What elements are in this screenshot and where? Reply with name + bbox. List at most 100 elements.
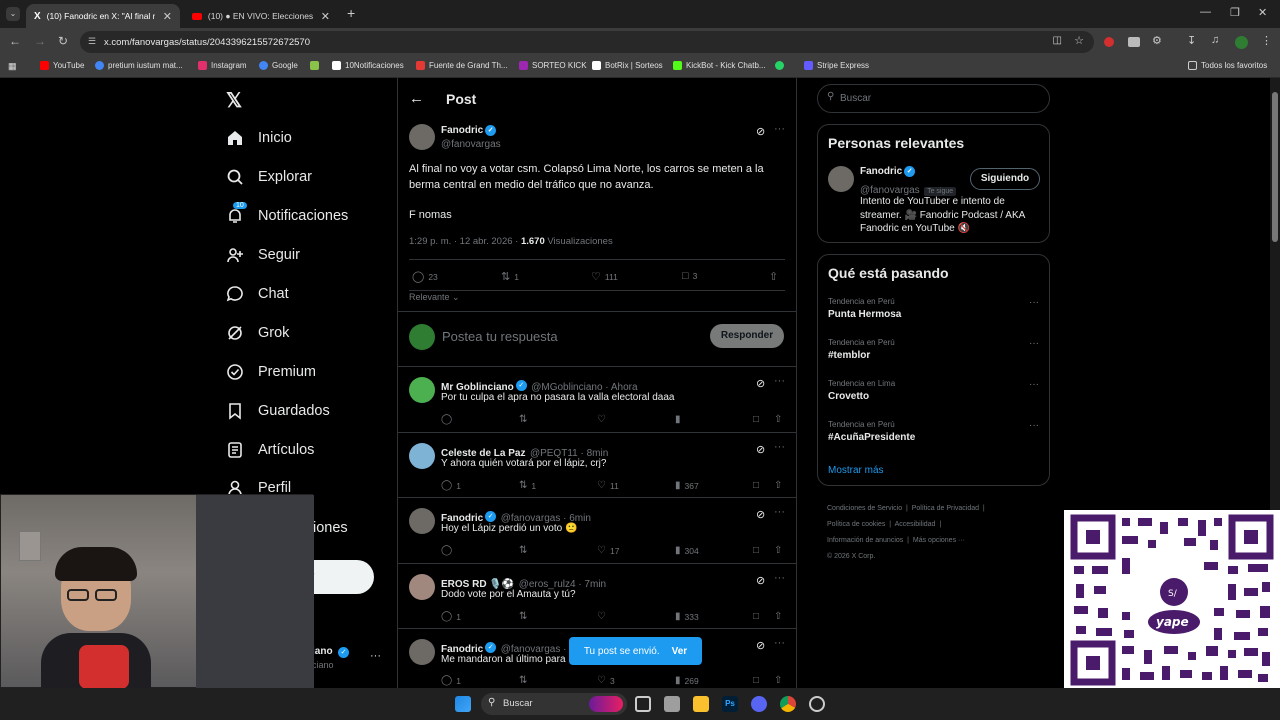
- repost-action[interactable]: ⇅: [519, 611, 531, 622]
- repost-action[interactable]: ⇅ 1: [501, 270, 519, 283]
- bookmark-pretium[interactable]: pretium iustum mat...: [95, 61, 183, 70]
- more-dots-icon[interactable]: ···: [1029, 379, 1039, 390]
- bookmark-botrix[interactable]: BotRix | Sorteos: [592, 61, 663, 70]
- more-dots-icon[interactable]: ···: [774, 123, 785, 135]
- nav-notificaciones[interactable]: 10 Notificaciones: [226, 202, 348, 225]
- nav-seguir[interactable]: Seguir: [226, 246, 300, 264]
- more-dots-icon[interactable]: ···: [370, 650, 381, 662]
- bookmark-action[interactable]: □ 3: [682, 270, 697, 282]
- reply-action[interactable]: ◯ 1: [441, 611, 461, 622]
- minimize-icon[interactable]: —: [1200, 6, 1211, 18]
- following-button[interactable]: Siguiendo: [970, 168, 1040, 190]
- avatar[interactable]: [409, 574, 435, 600]
- bookmark-sorteo-kick[interactable]: SORTEO KICK: [519, 61, 587, 70]
- share-action[interactable]: ⇧: [769, 270, 778, 283]
- nav-premium[interactable]: Premium: [226, 363, 316, 381]
- task-view-icon[interactable]: [635, 696, 651, 712]
- more-dots-icon[interactable]: ···: [774, 572, 785, 584]
- bookmark-kickbot[interactable]: KickBot - Kick Chatb...: [673, 61, 766, 70]
- media-controls-icon[interactable]: ♫: [1211, 34, 1219, 46]
- footer-link[interactable]: Información de anuncios: [827, 537, 903, 544]
- sort-dropdown[interactable]: Relevante ⌄: [409, 292, 460, 303]
- timestamp[interactable]: 1:29 p. m. · 12 abr. 2026 ·: [409, 236, 518, 247]
- reply-item[interactable]: Celeste de La Paz @PEQT11 · 8min ⊘ ··· Y…: [398, 433, 796, 498]
- grok-icon[interactable]: ⊘: [756, 574, 765, 587]
- nav-more-partial[interactable]: iones: [313, 520, 348, 536]
- relevant-name[interactable]: Fanodric ✓: [860, 166, 916, 177]
- repost-action[interactable]: ⇅: [519, 414, 531, 425]
- reply-action[interactable]: ◯: [441, 414, 456, 425]
- bookmark-instagram[interactable]: Instagram: [198, 61, 247, 70]
- extension-icon[interactable]: [1104, 37, 1114, 47]
- profile-avatar[interactable]: [1235, 36, 1248, 49]
- bookmark-action[interactable]: □: [753, 480, 759, 491]
- views-action[interactable]: ▮ 333: [675, 611, 699, 622]
- reply-item[interactable]: Mr Goblinciano ✓ @MGoblinciano · Ahora ⊘ …: [398, 367, 796, 433]
- like-action[interactable]: ♡ 111: [591, 270, 618, 283]
- bookmark-whatsapp[interactable]: [775, 61, 784, 70]
- star-icon[interactable]: ☆: [1074, 34, 1084, 47]
- grok-icon[interactable]: ⊘: [756, 377, 765, 390]
- bookmark-gta[interactable]: Fuente de Grand Th...: [416, 61, 508, 70]
- avatar[interactable]: [828, 166, 854, 192]
- file-explorer-icon[interactable]: [693, 696, 709, 712]
- site-info-icon[interactable]: ☰: [88, 36, 96, 47]
- grok-icon[interactable]: ⊘: [756, 508, 765, 521]
- more-dots-icon[interactable]: ···: [774, 441, 785, 453]
- reload-icon[interactable]: ↻: [58, 34, 68, 48]
- reply-input[interactable]: Postea tu respuesta: [442, 329, 558, 344]
- reply-action[interactable]: ◯ 23: [412, 270, 438, 283]
- like-action[interactable]: ♡ 17: [597, 545, 619, 556]
- scrollbar-thumb[interactable]: [1272, 92, 1278, 242]
- reply-action[interactable]: ◯ 1: [441, 480, 461, 491]
- bookmark-action[interactable]: □: [753, 675, 759, 686]
- close-icon[interactable]: ✕: [321, 10, 330, 23]
- toast-view-link[interactable]: Ver: [672, 646, 688, 657]
- footer-link[interactable]: Política de Privacidad: [912, 505, 979, 512]
- bookmark-action[interactable]: □: [753, 545, 759, 556]
- extensions-puzzle-icon[interactable]: ⚙: [1152, 34, 1162, 47]
- more-dots-icon[interactable]: ···: [1029, 338, 1039, 349]
- nav-articulos[interactable]: Artículos: [226, 441, 314, 459]
- bookmark-10notificaciones[interactable]: 10Notificaciones: [332, 61, 404, 70]
- trend-item[interactable]: Tendencia en Perú Punta Hermosa: [828, 297, 1041, 320]
- share-action[interactable]: ⇧: [774, 611, 782, 622]
- bookmark-youtube[interactable]: YouTube: [40, 61, 84, 70]
- views-action[interactable]: ▮: [675, 414, 685, 425]
- trend-item[interactable]: Tendencia en Lima Crovetto: [828, 379, 1041, 402]
- bookmark-action[interactable]: □: [753, 611, 759, 622]
- nav-explorar[interactable]: Explorar: [226, 168, 312, 186]
- like-action[interactable]: ♡ 3: [597, 675, 615, 686]
- app-icon[interactable]: [809, 696, 825, 712]
- nav-guardados[interactable]: Guardados: [226, 402, 330, 420]
- repost-action[interactable]: ⇅: [519, 545, 531, 556]
- more-dots-icon[interactable]: ···: [774, 506, 785, 518]
- share-action[interactable]: ⇧: [774, 480, 782, 491]
- like-action[interactable]: ♡: [597, 611, 610, 622]
- tab-x-post[interactable]: X (10) Fanodric en X: "Al final no v ✕: [26, 4, 180, 28]
- search-input[interactable]: ⚲ Buscar: [817, 84, 1050, 113]
- discord-icon[interactable]: [751, 696, 767, 712]
- like-action[interactable]: ♡: [597, 414, 610, 425]
- chrome-icon[interactable]: [780, 696, 796, 712]
- views-action[interactable]: ▮ 367: [675, 480, 699, 491]
- close-icon[interactable]: ✕: [163, 10, 172, 23]
- post-author[interactable]: Fanodric ✓: [441, 125, 497, 136]
- grok-icon[interactable]: ⊘: [756, 125, 765, 138]
- taskbar-search[interactable]: ⚲ Buscar: [481, 693, 627, 715]
- back-icon[interactable]: ←: [9, 34, 21, 48]
- reply-item[interactable]: Fanodric ✓ @fanovargas · 6min ⊘ ··· Hoy e…: [398, 498, 796, 564]
- menu-icon[interactable]: ⋮: [1261, 34, 1272, 47]
- avatar[interactable]: [409, 124, 435, 150]
- install-icon[interactable]: ◫: [1053, 35, 1062, 46]
- repost-action[interactable]: ⇅: [519, 675, 531, 686]
- close-window-icon[interactable]: ✕: [1258, 6, 1267, 19]
- footer-link[interactable]: Condiciones de Servicio: [827, 505, 902, 512]
- post-handle[interactable]: @fanovargas: [441, 139, 501, 150]
- download-icon[interactable]: ↧: [1187, 34, 1196, 47]
- photoshop-icon[interactable]: Ps: [722, 696, 738, 712]
- tab-list-button[interactable]: ⌄: [6, 7, 20, 21]
- reply-button[interactable]: Responder: [710, 324, 784, 348]
- reply-action[interactable]: ◯: [441, 545, 456, 556]
- reply-action[interactable]: ◯ 1: [441, 675, 461, 686]
